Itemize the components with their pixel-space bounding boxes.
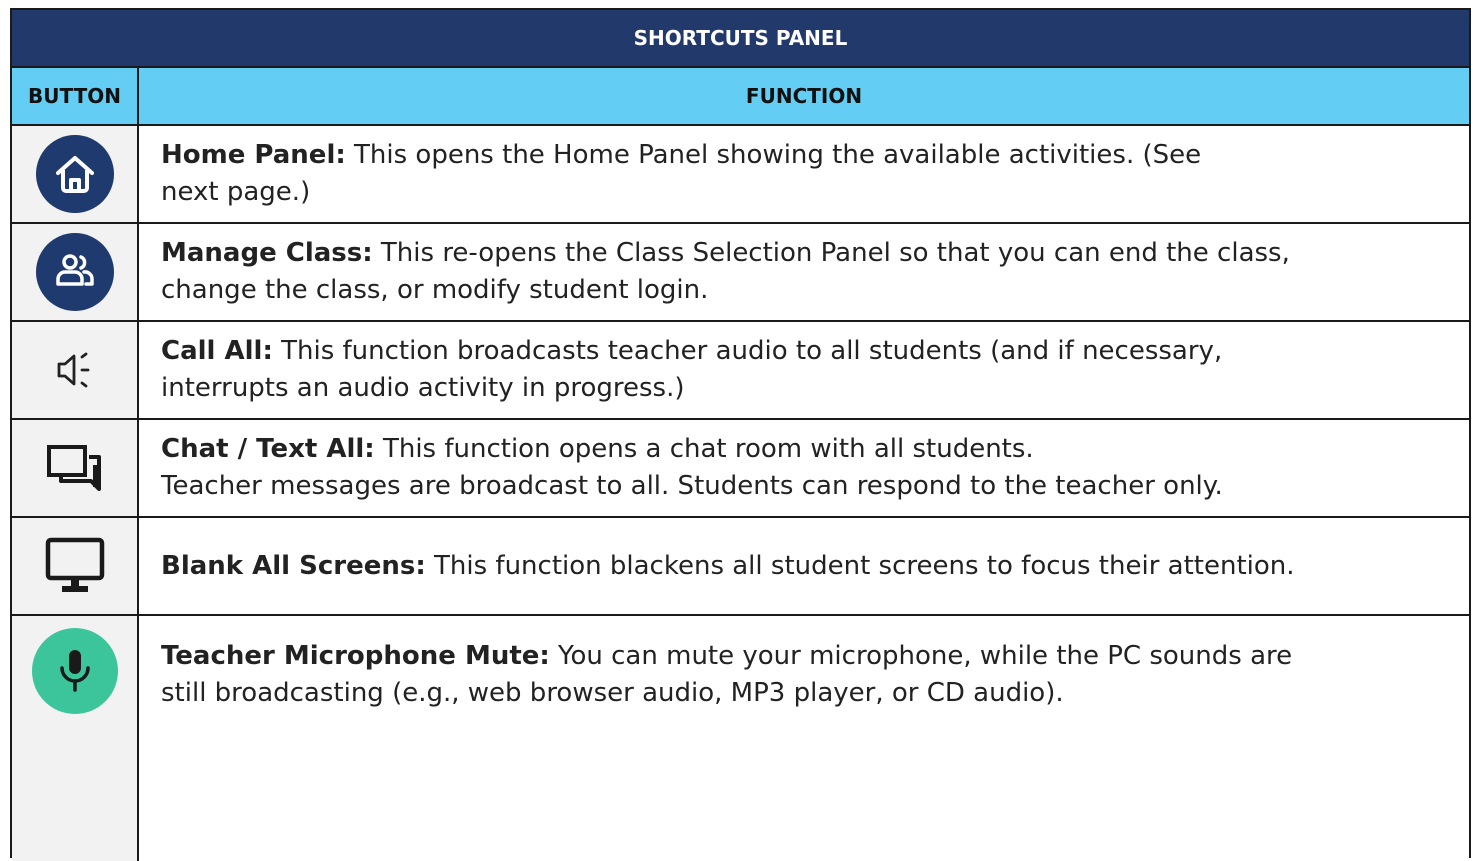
microphone-icon[interactable] — [31, 628, 118, 714]
table-title: SHORTCUTS PANEL — [12, 10, 1469, 68]
table-header-row: BUTTON FUNCTION — [12, 68, 1469, 126]
speaker-icon[interactable] — [55, 350, 95, 390]
function-text-line1: This opens the Home Panel showing the av… — [345, 140, 1202, 170]
function-cell: Teacher Microphone Mute: You can mute yo… — [139, 616, 1469, 861]
function-text-line2: interrupts an audio activity in progress… — [161, 373, 685, 403]
monitor-icon[interactable] — [44, 536, 106, 596]
function-cell: Manage Class: This re-opens the Class Se… — [139, 224, 1469, 320]
table-row: Manage Class: This re-opens the Class Se… — [12, 224, 1469, 322]
function-cell: Chat / Text All: This function opens a c… — [139, 420, 1469, 516]
header-function: FUNCTION — [745, 84, 863, 108]
icon-cell — [12, 518, 139, 614]
function-cell: Home Panel: This opens the Home Panel sh… — [139, 126, 1469, 222]
function-text-line2: still broadcasting (e.g., web browser au… — [161, 678, 1064, 708]
function-label: Teacher Microphone Mute: — [161, 641, 550, 671]
function-text-line1: This function blackens all student scree… — [425, 550, 1295, 581]
function-text-line2: Teacher messages are broadcast to all. S… — [161, 471, 1223, 501]
function-label: Chat / Text All: — [161, 434, 375, 464]
function-cell: Blank All Screens: This function blacken… — [139, 518, 1469, 614]
table-row: Blank All Screens: This function blacken… — [12, 518, 1469, 616]
table-row: Teacher Microphone Mute: You can mute yo… — [12, 616, 1469, 861]
table-row: Chat / Text All: This function opens a c… — [12, 420, 1469, 518]
shortcuts-table: SHORTCUTS PANEL BUTTON FUNCTION Home Pan… — [10, 8, 1471, 861]
icon-cell — [12, 224, 139, 320]
table-row: Call All: This function broadcasts teach… — [12, 322, 1469, 420]
header-button: BUTTON — [12, 68, 139, 124]
function-label: Call All: — [161, 336, 273, 366]
function-label: Blank All Screens: — [161, 550, 426, 581]
function-label: Manage Class: — [161, 238, 373, 268]
function-text-line1: This function broadcasts teacher audio t… — [272, 336, 1223, 366]
icon-cell — [12, 322, 139, 418]
icon-cell — [12, 420, 139, 516]
function-text-line2: next page.) — [161, 177, 311, 207]
manage-class-icon[interactable] — [35, 233, 114, 311]
function-text-line1: This function opens a chat room with all… — [374, 434, 1034, 464]
function-label: Home Panel: — [161, 140, 346, 170]
chat-icon[interactable] — [45, 443, 105, 493]
function-text-line1: You can mute your microphone, while the … — [549, 641, 1293, 671]
icon-cell — [12, 616, 139, 861]
icon-cell — [12, 126, 139, 222]
function-cell: Call All: This function broadcasts teach… — [139, 322, 1469, 418]
function-text-line1: This re-opens the Class Selection Panel … — [372, 238, 1290, 268]
table-row: Home Panel: This opens the Home Panel sh… — [12, 126, 1469, 224]
home-icon[interactable] — [35, 135, 114, 213]
function-text-line2: change the class, or modify student logi… — [161, 275, 709, 305]
